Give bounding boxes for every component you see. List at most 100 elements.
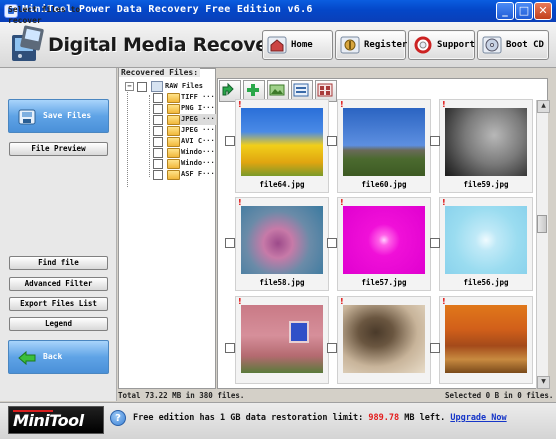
home-icon — [267, 36, 287, 54]
home-button[interactable]: Home — [262, 30, 333, 60]
tree-item-label: JPEG ··· — [180, 114, 216, 125]
selected-files-status: Selected 0 B in 0 files. — [445, 391, 554, 400]
limit-unit: MB left. — [404, 413, 446, 423]
save-files-label: Save Files — [43, 111, 92, 120]
file-card[interactable]: ! — [439, 296, 533, 384]
tree-item-checkbox[interactable] — [153, 170, 163, 180]
thumbnail-pink-wall-window — [241, 305, 323, 373]
file-checkbox[interactable] — [225, 343, 235, 353]
file-checkbox[interactable] — [225, 136, 235, 146]
total-files-status: Total 73.22 MB in 380 files. — [118, 391, 245, 400]
thumbnail-light-blue-image — [445, 206, 527, 274]
scroll-up-icon[interactable]: ▲ — [537, 100, 550, 113]
maximize-button[interactable]: □ — [515, 2, 533, 20]
file-checkbox[interactable] — [327, 136, 337, 146]
tree-item-checkbox[interactable] — [153, 159, 163, 169]
file-checkbox[interactable] — [430, 238, 440, 248]
select-files-heading: Select files to recover — [8, 5, 81, 25]
boot-cd-label: Boot CD — [506, 40, 544, 50]
folder-icon — [167, 148, 180, 158]
back-button[interactable]: Back — [8, 340, 109, 374]
folder-icon — [167, 159, 180, 169]
file-preview-button[interactable]: File Preview — [9, 142, 108, 156]
home-label: Home — [291, 40, 313, 50]
file-name: file58.jpg — [259, 278, 305, 287]
file-card[interactable]: ! file58.jpg — [235, 197, 329, 291]
tree-item-label: Windo··· — [181, 159, 215, 167]
register-icon — [340, 36, 360, 54]
file-card[interactable]: ! file57.jpg — [337, 197, 431, 291]
tree-root-checkbox[interactable] — [137, 82, 147, 92]
raw-files-icon — [151, 81, 163, 92]
support-label: Support — [437, 40, 475, 50]
tree-item-label: TIFF ··· — [181, 93, 215, 101]
restoration-limit-notice: Free edition has 1 GB data restoration l… — [133, 413, 507, 423]
limit-prefix: Free edition has 1 GB data restoration l… — [133, 413, 364, 423]
thumbnail-magenta-image — [343, 206, 425, 274]
thumbnail-sepia-figure — [343, 305, 425, 373]
limit-remaining-value: 989.78 — [368, 413, 400, 423]
legend-button[interactable]: Legend — [9, 317, 108, 331]
file-checkbox[interactable] — [225, 238, 235, 248]
tree-item-checkbox[interactable] — [153, 104, 163, 114]
boot-cd-button[interactable]: Boot CD — [477, 30, 549, 60]
tree-item-label: PNG I··· — [181, 104, 215, 112]
file-name: file60.jpg — [361, 180, 407, 189]
export-files-list-button[interactable]: Export Files List — [9, 297, 108, 311]
folder-icon — [167, 115, 180, 125]
folder-icon — [167, 126, 180, 136]
collapse-icon[interactable]: − — [125, 82, 134, 91]
file-checkbox[interactable] — [327, 343, 337, 353]
tree-item-label: JPEG ··· — [181, 126, 215, 134]
app-title: Digital Media Recovery — [48, 34, 290, 56]
save-icon — [18, 109, 36, 125]
file-card[interactable]: ! file64.jpg — [235, 99, 329, 193]
tree-item-checkbox[interactable] — [153, 126, 163, 136]
folder-icon — [167, 93, 180, 103]
file-card[interactable]: ! file60.jpg — [337, 99, 431, 193]
file-name: file57.jpg — [361, 278, 407, 287]
folder-icon — [167, 170, 180, 180]
scroll-down-icon[interactable]: ▼ — [537, 376, 550, 389]
file-checkbox[interactable] — [430, 136, 440, 146]
boot-cd-icon — [482, 36, 502, 54]
file-card[interactable]: ! file56.jpg — [439, 197, 533, 291]
brand-text: MiniTool — [13, 411, 84, 430]
lifebuoy-icon — [414, 36, 432, 54]
header-banner: Digital Media Recovery Home Register Sup… — [0, 22, 556, 68]
save-files-button[interactable]: Save Files — [8, 99, 109, 133]
register-button[interactable]: Register — [335, 30, 408, 60]
file-card[interactable]: ! — [337, 296, 431, 384]
help-icon[interactable]: ? — [110, 410, 126, 426]
minimize-button[interactable]: _ — [496, 2, 514, 20]
file-name: file64.jpg — [259, 180, 305, 189]
back-label: Back — [43, 352, 63, 361]
file-name: file56.jpg — [463, 278, 509, 287]
file-card[interactable]: ! file59.jpg — [439, 99, 533, 193]
tree-item-checkbox[interactable] — [153, 93, 163, 103]
file-checkbox[interactable] — [327, 238, 337, 248]
tree-item-checkbox[interactable] — [153, 137, 163, 147]
advanced-filter-button[interactable]: Advanced Filter — [9, 277, 108, 291]
thumbnail-yellow-tulips — [241, 108, 323, 176]
scrollbar-thumb[interactable] — [537, 215, 547, 233]
file-name: file59.jpg — [463, 180, 509, 189]
folder-icon — [167, 104, 180, 114]
folder-icon — [167, 137, 180, 147]
thumbnail-purple-flower — [241, 206, 323, 274]
register-label: Register — [364, 40, 408, 50]
tree-item-checkbox[interactable] — [153, 115, 163, 125]
support-button[interactable]: Support — [408, 30, 475, 60]
find-file-button[interactable]: Find file — [9, 256, 108, 270]
data-recovery-logo-icon — [12, 25, 44, 61]
upgrade-now-link[interactable]: Upgrade Now — [450, 413, 506, 423]
file-card[interactable]: ! — [235, 296, 329, 384]
close-button[interactable]: ✕ — [534, 2, 552, 20]
thumbnail-stonehenge — [343, 108, 425, 176]
tree-item-checkbox[interactable] — [153, 148, 163, 158]
file-checkbox[interactable] — [430, 343, 440, 353]
vertical-scrollbar[interactable]: ▲ ▼ — [536, 100, 550, 389]
thumbnail-autumn-road — [445, 305, 527, 373]
back-arrow-icon — [18, 350, 36, 366]
tree-item-label: AVI C··· — [181, 137, 215, 145]
